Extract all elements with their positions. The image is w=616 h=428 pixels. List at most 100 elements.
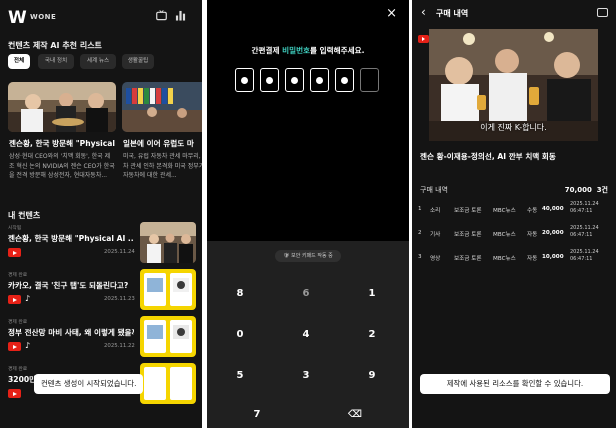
- content-thumbnail: [140, 316, 196, 357]
- card-title: 젠슨황, 한국 방문해 "Physical: [9, 139, 115, 148]
- row-name: 보조금 토론: [454, 208, 482, 214]
- close-icon[interactable]: ×: [386, 6, 397, 21]
- key-5[interactable]: 5: [220, 366, 260, 386]
- video-player[interactable]: 이게 진짜 K-합니다.: [429, 29, 598, 141]
- video-caption: 이게 진짜 K-합니다.: [480, 123, 547, 132]
- secure-keypad-badge: 🛡 보안 키패드 작동 중: [275, 250, 341, 262]
- summary-count: 3건: [596, 186, 608, 194]
- purchase-summary-label: 구매 내역: [420, 186, 448, 194]
- app-logo-text: WONE: [30, 13, 57, 21]
- summary-amount: 70,000: [564, 186, 592, 194]
- content-thumbnail: [140, 222, 196, 263]
- row-source: MBC뉴스: [493, 232, 516, 238]
- key-4[interactable]: 4: [286, 325, 326, 345]
- content-category: 경제 완료: [8, 320, 28, 325]
- toast-message: 컨텐츠 생성이 시작되었습니다.: [34, 374, 144, 394]
- prompt-highlight: 비밀번호: [282, 46, 311, 55]
- row-type: 소리: [430, 208, 441, 214]
- row-mode: 수동: [527, 208, 538, 214]
- card-description: 삼성·현대 CEO와의 '치맥 회동', 한국 제조 혁신 논의 NVIDIA의…: [9, 153, 115, 180]
- row-name: 보조금 토론: [454, 232, 482, 238]
- content-title: 정부 전산망 마비 사태, 왜 이렇게 됐을까?: [8, 328, 134, 337]
- youtube-icon: [8, 295, 21, 304]
- row-price: 10,000: [542, 254, 564, 260]
- key-2[interactable]: 2: [352, 325, 392, 345]
- prompt-text: 를 입력해주세요.: [310, 46, 365, 55]
- content-date: 2025.11.23: [104, 296, 135, 302]
- key-9[interactable]: 9: [352, 366, 392, 386]
- youtube-icon: [418, 35, 429, 43]
- purchase-row[interactable]: 3 영상 보조금 토론 MBC뉴스 자동 10,000 2025.11.24 06…: [412, 246, 616, 270]
- row-source: MBC뉴스: [493, 208, 516, 214]
- key-0[interactable]: 0: [220, 325, 260, 345]
- key-7[interactable]: 7: [237, 405, 277, 425]
- purchase-row[interactable]: 1 소리 보조금 토론 MBC뉴스 수동 40,000 2025.11.24 06…: [412, 198, 616, 222]
- purchase-row[interactable]: 2 기사 보조금 토론 MBC뉴스 자동 20,000 2025.11.24 06…: [412, 222, 616, 246]
- card-description: 미국, 유럽 자동차 관세 마무리, 유럽 자동차 관세 인하 본격화 미국 정…: [123, 153, 202, 180]
- pin-digit-5: [335, 68, 354, 92]
- content-title: 카카오, 결국 '친구 탭'도 되돌린다고?: [8, 281, 129, 290]
- pin-digit-6: [360, 68, 379, 92]
- recommend-card-2[interactable]: 일본에 이어 유럽도 마 미국, 유럽 자동차 관세 마무리, 유럽 자동차 관…: [122, 82, 202, 194]
- chip-world-news[interactable]: 세계 뉴스: [80, 54, 116, 69]
- row-datetime: 2025.11.24 06:47:11: [570, 201, 599, 214]
- key-1[interactable]: 1: [352, 284, 392, 304]
- content-category: 시작됨: [8, 226, 22, 231]
- pin-digit-4: [310, 68, 329, 92]
- pin-digit-1: [235, 68, 254, 92]
- row-number: 1: [418, 206, 422, 212]
- content-row-2[interactable]: 경제 완료 카카오, 결국 '친구 탭'도 되돌린다고? ♪ 2025.11.2…: [0, 267, 202, 314]
- recommend-card-1[interactable]: 젠슨황, 한국 방문해 "Physical 삼성·현대 CEO와의 '치맥 회동…: [8, 82, 116, 194]
- content-date: 2025.11.22: [104, 343, 135, 349]
- youtube-icon: [8, 248, 21, 257]
- content-category: 경제 완료: [8, 367, 28, 372]
- key-8[interactable]: 8: [220, 284, 260, 304]
- row-datetime: 2025.11.24 06:47:11: [570, 249, 599, 262]
- prompt-text: 간편결제: [251, 46, 283, 55]
- secure-keypad: 🛡 보안 키패드 작동 중 8 6 1 0 4 2 5 3 9 7 ⌫: [207, 241, 409, 428]
- tv-icon[interactable]: [156, 10, 167, 21]
- content-date: 2025.11.24: [104, 249, 135, 255]
- top-bar: ‹ 구매 내역: [412, 0, 616, 25]
- content-thumbnail: [140, 269, 196, 310]
- row-price: 40,000: [542, 206, 564, 212]
- video-title: 젠슨 황-이재용-정의선, AI 깐부 치맥 회동: [420, 152, 556, 161]
- card-thumbnail: [122, 82, 202, 132]
- home-screen: W WONE 컨텐츠 제작 AI 추천 리스트 전체 국내 정치 세계 뉴스 생…: [0, 0, 202, 428]
- bar-chart-icon[interactable]: [175, 10, 186, 21]
- toast-message: 제작에 사용된 리소스를 확인할 수 있습니다.: [420, 374, 610, 394]
- row-source: MBC뉴스: [493, 256, 516, 262]
- content-category: 경제 완료: [8, 273, 28, 278]
- content-row-3[interactable]: 경제 완료 정부 전산망 마비 사태, 왜 이렇게 됐을까? ♪ 2025.11…: [0, 314, 202, 361]
- app-logo: W: [8, 8, 27, 28]
- back-icon[interactable]: ‹: [421, 5, 426, 19]
- tiktok-icon: ♪: [25, 341, 31, 350]
- row-number: 2: [418, 230, 422, 236]
- key-6[interactable]: 6: [286, 284, 326, 304]
- card-title: 일본에 이어 유럽도 마: [123, 139, 194, 148]
- backspace-icon[interactable]: ⌫: [335, 405, 375, 425]
- app-header: W WONE: [8, 8, 194, 28]
- password-screen: × 간편결제 비밀번호를 입력해주세요. 🛡 보안 키패드 작동 중 8 6 1…: [207, 0, 409, 428]
- row-type: 영상: [430, 256, 441, 262]
- row-mode: 자동: [527, 256, 538, 262]
- chip-all[interactable]: 전체: [8, 54, 30, 69]
- password-prompt: 간편결제 비밀번호를 입력해주세요.: [207, 45, 409, 56]
- content-row-1[interactable]: 시작됨 젠슨황, 한국 방문해 "Physical AI ... 2025.11…: [0, 220, 202, 267]
- chat-icon[interactable]: [597, 8, 608, 17]
- key-3[interactable]: 3: [286, 366, 326, 386]
- row-name: 보조금 토론: [454, 256, 482, 262]
- youtube-icon: [8, 389, 21, 398]
- chip-life-tips[interactable]: 생활꿀팁: [122, 54, 154, 69]
- row-type: 기사: [430, 232, 441, 238]
- row-price: 20,000: [542, 230, 564, 236]
- youtube-icon: [8, 342, 21, 351]
- card-thumbnail: [8, 82, 116, 132]
- tiktok-icon: ♪: [25, 294, 31, 303]
- row-number: 3: [418, 254, 422, 260]
- chip-domestic-politics[interactable]: 국내 정치: [38, 54, 74, 69]
- page-title: 구매 내역: [436, 9, 469, 18]
- screenshot-collage: W WONE 컨텐츠 제작 AI 추천 리스트 전체 국내 정치 세계 뉴스 생…: [0, 0, 616, 428]
- content-title: 젠슨황, 한국 방문해 "Physical AI ...: [8, 234, 134, 243]
- recommend-section-title: 컨텐츠 제작 AI 추천 리스트: [8, 41, 102, 50]
